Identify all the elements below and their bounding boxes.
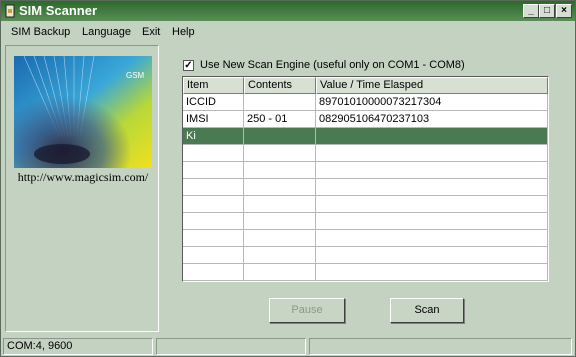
- status-bar: COM:4, 9600: [1, 335, 575, 356]
- table-row-empty[interactable]: [183, 213, 548, 230]
- cell-value: [316, 230, 548, 247]
- table-row-empty[interactable]: [183, 247, 548, 264]
- logo-panel: GSM http://www.magicsim.com/: [5, 45, 159, 332]
- menu-exit[interactable]: Exit: [142, 26, 160, 38]
- column-header-item[interactable]: Item: [183, 77, 244, 94]
- cell-item: [183, 213, 244, 230]
- cell-value: [316, 179, 548, 196]
- minimize-icon: _: [528, 5, 534, 16]
- checkmark-icon: ✓: [184, 60, 193, 71]
- table-row-empty[interactable]: [183, 230, 548, 247]
- cell-item: [183, 247, 244, 264]
- cell-item: [183, 162, 244, 179]
- cell-contents: [244, 213, 316, 230]
- cell-value: [316, 247, 548, 264]
- cell-contents: [244, 145, 316, 162]
- cell-value: 89701010000073217304: [316, 94, 548, 111]
- sim-card-icon: [5, 4, 15, 18]
- menu-language[interactable]: Language: [82, 26, 131, 38]
- cell-value: [316, 264, 548, 281]
- cell-item: [183, 196, 244, 213]
- column-header-contents[interactable]: Contents: [244, 77, 316, 94]
- main-window: SIM Scanner _ □ × SIM Backup Language Ex…: [0, 0, 576, 357]
- cell-contents: [244, 196, 316, 213]
- cell-contents: [244, 179, 316, 196]
- cell-value: [316, 145, 548, 162]
- cell-contents: [244, 247, 316, 264]
- table-row-empty[interactable]: [183, 264, 548, 281]
- cell-contents: [244, 230, 316, 247]
- table-row-empty[interactable]: [183, 196, 548, 213]
- sim-data-table: Item Contents Value / Time Elasped ICCID…: [182, 76, 549, 282]
- cell-contents: [244, 94, 316, 111]
- menu-bar: SIM Backup Language Exit Help: [1, 22, 575, 42]
- minimize-button[interactable]: _: [523, 4, 539, 18]
- table-row-empty[interactable]: [183, 145, 548, 162]
- cell-item: [183, 230, 244, 247]
- cell-contents: [244, 264, 316, 281]
- table-row-empty[interactable]: [183, 162, 548, 179]
- pause-button[interactable]: Pause: [269, 298, 345, 323]
- table-row[interactable]: IMSI 250 - 01 082905106470237103: [183, 111, 548, 128]
- close-button[interactable]: ×: [556, 4, 572, 18]
- cell-value: [316, 162, 548, 179]
- status-port: COM:4, 9600: [3, 338, 153, 355]
- close-icon: ×: [561, 5, 567, 16]
- table-row-empty[interactable]: [183, 179, 548, 196]
- scan-button[interactable]: Scan: [390, 298, 464, 323]
- cell-value: [316, 128, 548, 145]
- scan-engine-checkbox[interactable]: ✓: [183, 60, 194, 71]
- cell-item: [183, 179, 244, 196]
- cell-item: IMSI: [183, 111, 244, 128]
- scan-engine-label: Use New Scan Engine (useful only on COM1…: [200, 59, 465, 71]
- status-panel-2: [156, 338, 306, 355]
- cell-contents: [244, 162, 316, 179]
- column-header-value[interactable]: Value / Time Elasped: [316, 77, 548, 94]
- cell-item: [183, 145, 244, 162]
- cell-item: ICCID: [183, 94, 244, 111]
- status-panel-3: [309, 338, 572, 355]
- gsm-badge: GSM: [126, 71, 145, 80]
- table-row[interactable]: ICCID 89701010000073217304: [183, 94, 548, 111]
- table-header: Item Contents Value / Time Elasped: [183, 77, 548, 94]
- title-bar[interactable]: SIM Scanner _ □ ×: [1, 1, 575, 21]
- cell-contents: [244, 128, 316, 145]
- maximize-button[interactable]: □: [539, 4, 555, 18]
- maximize-icon: □: [543, 5, 551, 16]
- table-row[interactable]: Ki: [183, 128, 548, 145]
- menu-sim-backup[interactable]: SIM Backup: [11, 26, 70, 38]
- cell-item: Ki: [183, 128, 244, 145]
- cell-value: [316, 196, 548, 213]
- cell-contents: 250 - 01: [244, 111, 316, 128]
- website-url: http://www.magicsim.com/: [17, 170, 149, 184]
- cell-value: 082905106470237103: [316, 111, 548, 128]
- window-title: SIM Scanner: [19, 3, 98, 18]
- menu-help[interactable]: Help: [172, 26, 195, 38]
- cell-value: [316, 213, 548, 230]
- cell-item: [183, 264, 244, 281]
- magicsim-logo-image: GSM: [14, 56, 152, 168]
